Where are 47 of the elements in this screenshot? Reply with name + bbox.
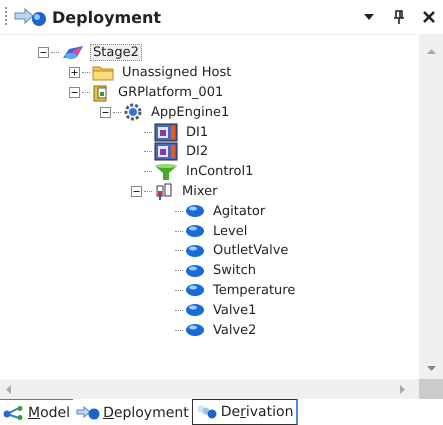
tree-item[interactable]: Agitator [210,202,268,220]
funnel-icon [154,162,178,181]
folder-icon [92,64,114,82]
pin-icon[interactable] [393,10,405,24]
collapse-icon[interactable] [38,47,49,58]
device-icon [154,122,178,142]
deployment-icon [14,7,48,27]
ball-icon [185,224,205,238]
network-icon [3,406,25,420]
collapse-icon[interactable] [100,106,111,118]
tree-item[interactable]: Valve2 [210,322,260,339]
tree-item[interactable]: AppEngine1 [148,104,232,121]
ball-icon [185,264,205,278]
scrollbar-corner [419,379,443,399]
deployment-icon [76,406,100,420]
tree-item[interactable]: InControl1 [183,163,256,180]
galaxy-icon [61,44,85,62]
tree-item[interactable]: DI2 [183,143,212,160]
ball-icon [185,283,205,298]
gear-icon [123,102,143,122]
vertical-scrollbar[interactable] [419,35,443,379]
grip-icon[interactable] [4,6,8,28]
tree-item[interactable]: Stage2 [90,44,142,62]
tree-item[interactable]: DI1 [183,124,212,141]
tree-item[interactable]: Valve1 [210,302,260,319]
dropdown-caret-icon[interactable] [363,13,375,21]
panel-title: Deployment [52,8,162,26]
scroll-down-icon[interactable] [426,366,436,371]
ball-icon [185,204,205,218]
collapse-icon[interactable] [69,86,80,98]
ball-icon [185,323,205,338]
derivation-icon [196,405,218,419]
tree-item[interactable]: Mixer [179,182,220,200]
expand-icon[interactable] [69,67,80,78]
ball-icon [185,244,205,258]
tree-item[interactable]: Switch [210,262,259,280]
tree-item[interactable]: Level [210,222,250,240]
tab[interactable]: Derivation [192,399,298,425]
tank-icon [154,181,174,202]
ball-icon [185,303,205,318]
tree-item[interactable]: GRPlatform_001 [115,84,226,101]
tree-item[interactable]: Temperature [210,282,298,299]
tree-item[interactable]: OutletValve [210,242,292,260]
tree-item[interactable]: Unassigned Host [119,64,234,82]
collapse-icon[interactable] [131,186,142,197]
device-icon [154,142,178,162]
close-icon[interactable] [423,11,435,23]
